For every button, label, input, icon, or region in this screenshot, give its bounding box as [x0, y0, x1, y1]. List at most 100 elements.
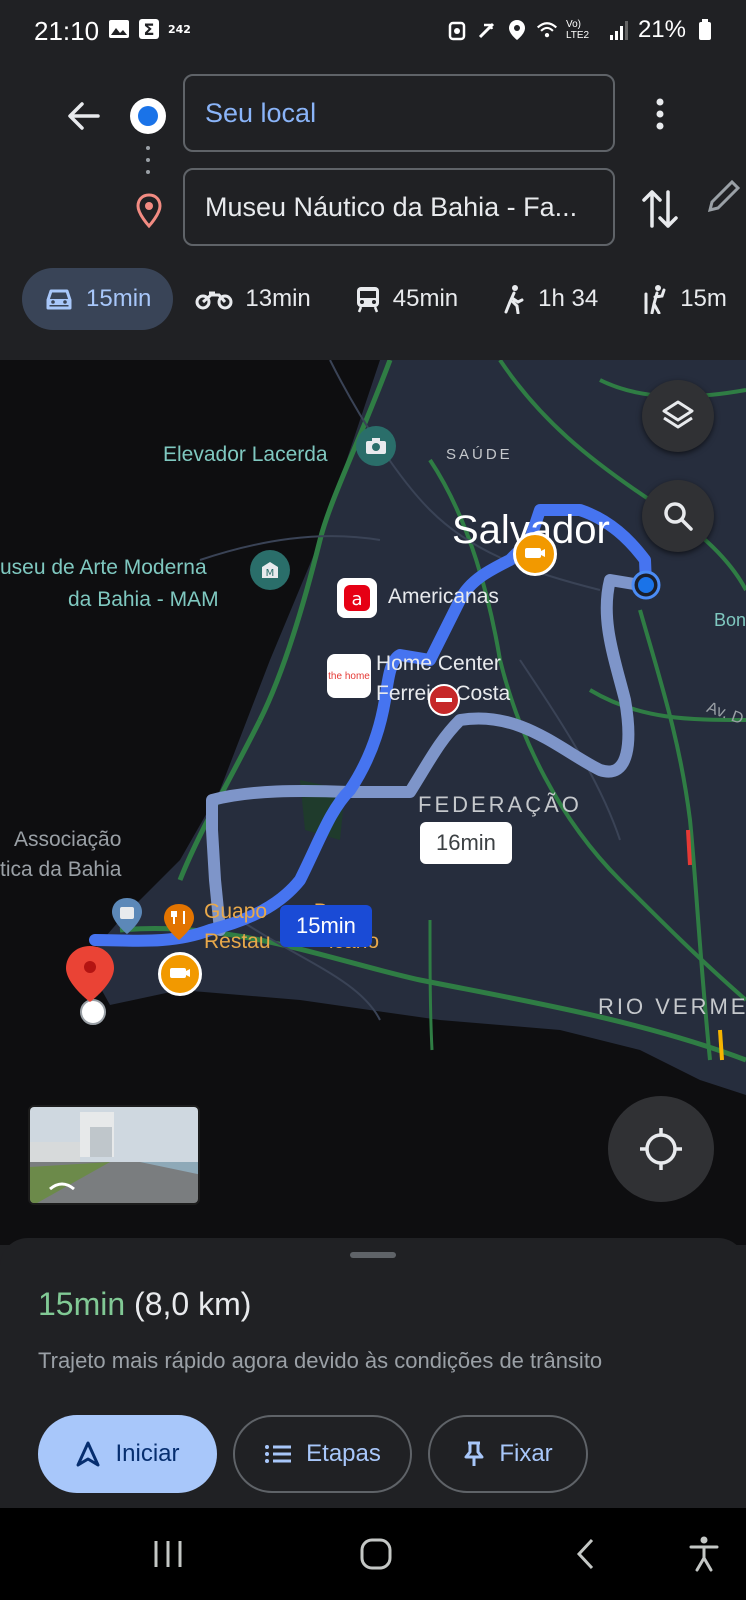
- wifi-icon: [536, 19, 558, 41]
- label-bonoco: Bon: [714, 610, 746, 630]
- more-options-button[interactable]: [645, 92, 675, 136]
- gallery-icon: [108, 18, 130, 40]
- sheet-drag-handle[interactable]: [350, 1252, 396, 1258]
- speed-camera-icon: [158, 952, 202, 996]
- accessibility-icon: [689, 1536, 719, 1572]
- route-primary-label[interactable]: 15min: [280, 905, 372, 947]
- battery-percent: 21%: [637, 16, 686, 43]
- label-federacao: FEDERAÇÃO: [418, 792, 582, 817]
- home-button[interactable]: [352, 1530, 400, 1578]
- ride-icon: [644, 285, 666, 314]
- mode-car-label: 15min: [86, 285, 152, 312]
- home-center-poi-icon[interactable]: the home: [327, 654, 371, 698]
- list-icon: [265, 1445, 292, 1463]
- mode-motorcycle-label: 13min: [245, 285, 311, 312]
- signal-icon: [608, 19, 630, 41]
- recents-icon: [154, 1541, 182, 1567]
- route-bottom-sheet: 15min (8,0 km) Trajeto mais rápido agora…: [0, 1238, 746, 1508]
- street-view-thumbnail[interactable]: [28, 1105, 200, 1205]
- svg-text:a: a: [351, 589, 362, 610]
- pin-button-label: Fixar: [499, 1440, 553, 1467]
- sigma-icon: Σ: [138, 18, 160, 40]
- battery-icon: [694, 19, 716, 41]
- label-museu-arte-moderna-2[interactable]: da Bahia - MAM: [68, 588, 219, 612]
- back-nav-button[interactable]: [562, 1530, 610, 1578]
- directions-header: Seu local Museu Náutico da Bahia - Fa...…: [0, 64, 746, 360]
- destination-pin-icon: [134, 192, 164, 232]
- route-actions: Iniciar Etapas Fixar: [38, 1415, 588, 1493]
- shopping-poi-icon[interactable]: [108, 896, 146, 936]
- network-label: Vo) LTE2: [565, 19, 590, 41]
- crosshair-icon: [640, 1128, 682, 1170]
- back-arrow-icon: [68, 102, 100, 130]
- route-alternative-label[interactable]: 16min: [420, 822, 512, 864]
- label-elevador-lacerda[interactable]: Elevador Lacerda: [163, 443, 328, 467]
- svg-text:242: 242: [168, 23, 190, 36]
- mode-car[interactable]: 15min: [22, 268, 174, 330]
- speed-camera-icon: [513, 532, 557, 576]
- walk-icon: [504, 285, 524, 314]
- travel-modes: 15min 13min 45min 1h 34 15m: [22, 268, 746, 330]
- svg-text:M: M: [266, 568, 275, 579]
- pin-icon: [464, 1441, 484, 1466]
- route-connector-dots: [146, 146, 150, 186]
- camera-poi-icon[interactable]: [356, 426, 396, 466]
- label-associacao-1[interactable]: Associação: [14, 828, 121, 852]
- map-view[interactable]: Elevador Lacerda SAÚDE Salvador useu de …: [0, 360, 746, 1245]
- destination-field[interactable]: Museu Náutico da Bahia - Fa...: [183, 168, 615, 246]
- swap-icon: [642, 190, 678, 228]
- back-button[interactable]: [62, 94, 106, 138]
- route-distance: (8,0 km): [134, 1286, 252, 1322]
- start-button-label: Iniciar: [115, 1440, 180, 1467]
- start-button[interactable]: Iniciar: [38, 1415, 217, 1493]
- label-saude: SAÚDE: [446, 446, 513, 463]
- mode-ride[interactable]: 15m: [620, 268, 746, 330]
- label-associacao-2[interactable]: tica da Bahia: [0, 858, 121, 882]
- location-icon: [506, 19, 528, 41]
- map-search-button[interactable]: [642, 480, 714, 552]
- route-description: Trajeto mais rápido agora devido às cond…: [38, 1348, 603, 1373]
- my-location-button[interactable]: [608, 1096, 714, 1202]
- svg-text:Σ: Σ: [144, 20, 155, 39]
- americanas-poi-icon[interactable]: a: [337, 578, 377, 618]
- status-time: 21:10: [34, 16, 100, 46]
- chevron-left-icon: [576, 1538, 594, 1570]
- mode-ride-label: 15m: [680, 285, 727, 312]
- mode-transit[interactable]: 45min: [333, 268, 480, 330]
- pin-button[interactable]: Fixar: [428, 1415, 588, 1493]
- mute-icon: [476, 19, 498, 41]
- steps-button[interactable]: Etapas: [233, 1415, 412, 1493]
- origin-field[interactable]: Seu local: [183, 74, 615, 152]
- label-home-center-1[interactable]: Home Center: [376, 652, 501, 676]
- search-icon: [664, 502, 693, 531]
- mode-transit-label: 45min: [392, 285, 459, 312]
- restaurant-poi-icon[interactable]: [160, 902, 198, 942]
- route-summary: 15min (8,0 km): [38, 1286, 251, 1323]
- steps-button-label: Etapas: [306, 1440, 381, 1467]
- home-icon: [360, 1538, 392, 1570]
- alarm-icon: [446, 19, 468, 41]
- status-bar: 21:10 Σ 242 Vo) LTE2 21%: [0, 0, 746, 64]
- home-center-logo-text: the home: [328, 670, 370, 682]
- label-museu-arte-moderna-1[interactable]: useu de Arte Moderna: [0, 556, 207, 580]
- label-rio-vermelho: RIO VERME: [598, 994, 746, 1019]
- car-icon: [46, 289, 72, 310]
- swap-route-button[interactable]: [640, 186, 680, 232]
- transit-icon: [356, 287, 379, 313]
- no-entry-icon: [428, 684, 460, 716]
- recent-apps-button[interactable]: [144, 1530, 192, 1578]
- system-navigation-bar: [0, 1508, 746, 1600]
- accessibility-button[interactable]: [680, 1530, 728, 1578]
- more-vert-icon: [656, 98, 664, 130]
- motorcycle-icon: [195, 291, 233, 310]
- pencil-icon: [707, 179, 741, 213]
- museum-poi-icon[interactable]: M: [250, 550, 290, 590]
- layers-button[interactable]: [642, 380, 714, 452]
- origin-marker-icon: [130, 98, 166, 134]
- mode-walk[interactable]: 1h 34: [480, 268, 620, 330]
- layers-icon: [662, 400, 694, 429]
- mode-motorcycle[interactable]: 13min: [173, 268, 332, 330]
- label-americanas[interactable]: Americanas: [388, 585, 499, 609]
- route-time: 15min: [38, 1286, 126, 1322]
- edit-button[interactable]: [700, 174, 746, 220]
